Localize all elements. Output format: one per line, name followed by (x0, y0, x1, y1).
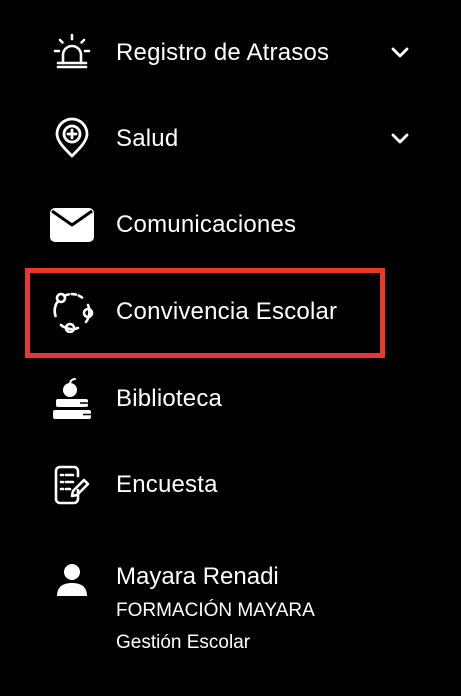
menu-item-label: Registro de Atrasos (116, 39, 330, 66)
menu-item-registro-de-atrasos[interactable]: Registro de Atrasos (0, 22, 461, 82)
user-name: Mayara Renadi (116, 563, 279, 590)
menu-item-convivencia-escolar[interactable]: Convivencia Escolar (0, 281, 461, 341)
chevron-down-icon[interactable] (386, 38, 414, 66)
health-location-icon (48, 114, 96, 162)
menu-item-biblioteca[interactable]: Biblioteca (0, 368, 461, 428)
alarm-siren-icon (48, 28, 96, 76)
menu-item-comunicaciones[interactable]: Comunicaciones (0, 194, 461, 254)
menu-item-encuesta[interactable]: Encuesta (0, 454, 461, 514)
books-apple-icon (48, 374, 96, 422)
survey-edit-icon (48, 460, 96, 508)
user-role: Gestión Escolar (116, 632, 251, 653)
menu-item-salud[interactable]: Salud (0, 108, 461, 168)
menu-item-label: Biblioteca (116, 385, 223, 412)
chevron-down-icon[interactable] (386, 124, 414, 152)
cycle-nodes-icon (48, 287, 96, 335)
menu-item-label: Salud (116, 125, 179, 152)
menu-item-label: Convivencia Escolar (116, 298, 338, 325)
menu-item-label: Encuesta (116, 471, 218, 498)
envelope-icon (48, 200, 96, 248)
user-organization: FORMACIÓN MAYARA (116, 600, 315, 621)
user-icon (48, 556, 96, 604)
menu-item-label: Comunicaciones (116, 211, 297, 238)
